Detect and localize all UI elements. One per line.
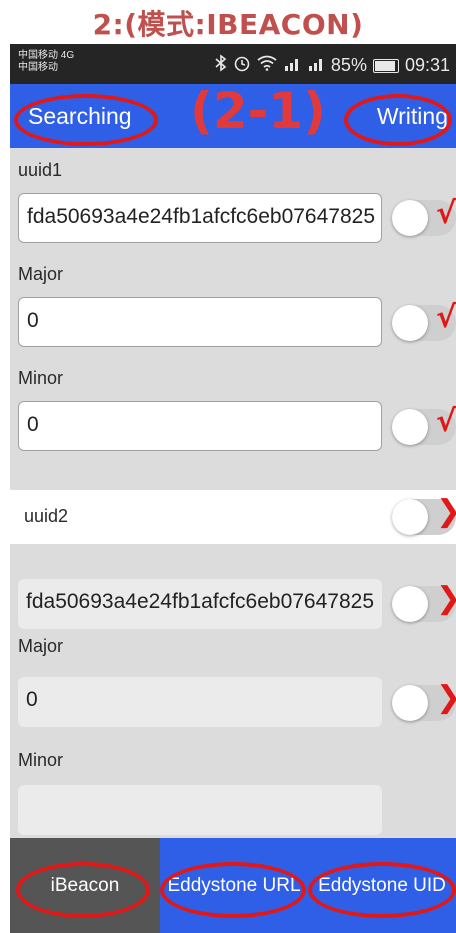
uuid1-input[interactable]: fda50693a4e24fb1afcfc6eb07647825	[18, 193, 382, 243]
wifi-icon	[257, 55, 277, 76]
uuid2-row: uuid2	[10, 490, 456, 544]
check-mark-icon: √	[436, 300, 456, 335]
minor2-label: Minor	[18, 750, 64, 770]
status-bar: 中国移动 4G 中国移动 85% 09:31	[10, 44, 456, 84]
battery-percent: 85%	[330, 55, 367, 75]
tab-eddystone-url[interactable]: Eddystone URL	[160, 838, 308, 933]
bluetooth-icon	[215, 54, 227, 77]
uuid2-input[interactable]: fda50693a4e24fb1afcfc6eb07647825	[18, 579, 382, 629]
minor1-label: Minor	[18, 368, 64, 388]
searching-button[interactable]: Searching	[28, 84, 132, 148]
major2-label: Major	[18, 636, 64, 656]
battery-icon	[372, 58, 399, 73]
major2-input[interactable]: 0	[18, 677, 382, 727]
phone-screen: 中国移动 4G 中国移动 85% 09:31 Searching (2-1) W…	[10, 44, 456, 933]
carrier-info: 中国移动 4G 中国移动	[18, 50, 74, 74]
carrier-line-1: 中国移动 4G	[18, 50, 75, 61]
step-annotation: (2-1)	[190, 82, 327, 140]
tab-eddystone-uid[interactable]: Eddystone UID	[308, 838, 456, 933]
status-icons: 85% 09:31	[215, 54, 450, 77]
toggle-knob	[392, 586, 428, 622]
toggle-knob	[392, 409, 428, 445]
minor2-input[interactable]	[18, 785, 382, 835]
top-action-bar: Searching (2-1) Writing	[10, 82, 456, 148]
beacon-settings-list: uuid1 fda50693a4e24fb1afcfc6eb07647825 √…	[10, 148, 456, 838]
carrier-line-2: 中国移动	[18, 62, 58, 73]
tab-ibeacon[interactable]: iBeacon	[10, 838, 160, 933]
toggle-knob	[392, 685, 428, 721]
major1-label: Major	[18, 264, 64, 284]
toggle-knob	[392, 305, 428, 341]
writing-button[interactable]: Writing	[377, 84, 448, 148]
minor1-input[interactable]: 0	[18, 401, 382, 451]
clock: 09:31	[404, 55, 450, 75]
toggle-knob	[392, 499, 428, 535]
cross-mark-icon: ❯	[436, 581, 456, 616]
alarm-icon	[233, 54, 251, 77]
caption-text: 2:(模式:IBEACON)	[92, 8, 364, 41]
caption-banner: 2:(模式:IBEACON)	[0, 0, 456, 44]
signal-4g-icon	[283, 55, 301, 76]
check-mark-icon: √	[436, 196, 456, 231]
check-mark-icon: √	[436, 404, 456, 439]
cross-mark-icon: ❯	[436, 494, 456, 529]
uuid2-label: uuid2	[24, 506, 69, 526]
toggle-knob	[392, 200, 428, 236]
major1-input[interactable]: 0	[18, 297, 382, 347]
signal-icon	[307, 55, 325, 76]
bottom-tab-bar: iBeacon Eddystone URL Eddystone UID	[10, 838, 456, 933]
cross-mark-icon: ❯	[436, 680, 456, 715]
uuid1-label: uuid1	[18, 160, 63, 180]
